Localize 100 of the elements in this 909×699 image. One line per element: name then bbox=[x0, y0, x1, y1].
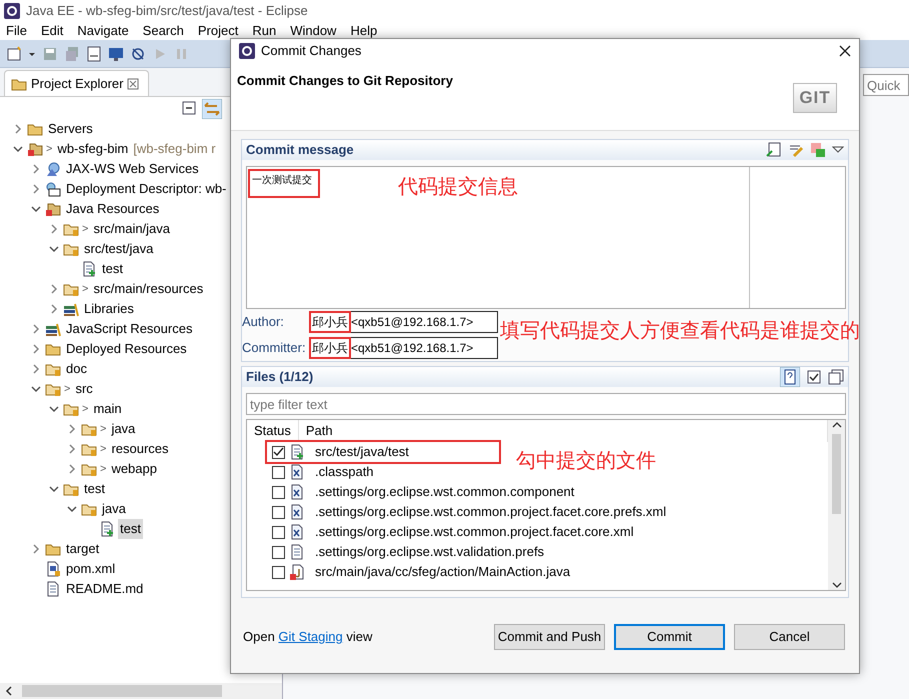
dialog-heading: Commit Changes to Git Repository bbox=[237, 72, 453, 90]
checkbox[interactable] bbox=[272, 486, 285, 498]
file-path: .settings/org.eclipse.wst.validation.prefs bbox=[315, 543, 544, 562]
tree-item[interactable]: README.md bbox=[64, 579, 146, 599]
tree-item[interactable]: Deployed Resources bbox=[64, 339, 189, 359]
text-file-icon bbox=[45, 581, 61, 597]
new-file-icon[interactable] bbox=[6, 46, 22, 62]
scroll-down-icon[interactable] bbox=[832, 580, 842, 590]
file-path: src/main/java/cc/sfeg/action/MainAction.java bbox=[315, 563, 570, 582]
git-logo: GIT bbox=[793, 83, 837, 113]
tree-item[interactable]: webapp bbox=[109, 459, 159, 479]
tree-item[interactable]: target bbox=[64, 539, 102, 559]
dialog-button[interactable]: Cancel bbox=[734, 624, 845, 650]
tree-item[interactable]: Libraries bbox=[82, 299, 136, 319]
project-folder-icon bbox=[45, 201, 61, 217]
scroll-left-icon[interactable] bbox=[4, 685, 14, 697]
git-staging-link[interactable]: Git Staging bbox=[278, 629, 343, 644]
tree-item[interactable]: JavaScript Resources bbox=[64, 319, 194, 339]
menu-item[interactable]: Search bbox=[142, 21, 184, 41]
xml-file-icon bbox=[289, 504, 305, 520]
checkbox[interactable] bbox=[272, 466, 285, 478]
xml-file-icon bbox=[289, 484, 305, 500]
eclipse-logo-icon bbox=[239, 43, 255, 59]
scrollbar-thumb[interactable] bbox=[832, 434, 841, 514]
menu-item[interactable]: Run bbox=[252, 21, 276, 41]
scrollbar-thumb[interactable] bbox=[22, 685, 222, 697]
tree-item[interactable]: src/main/resources bbox=[91, 279, 206, 299]
menu-item[interactable]: Navigate bbox=[77, 21, 129, 41]
explorer-tab[interactable]: Project Explorer bbox=[4, 70, 149, 96]
tree-item[interactable]: Deployment Descriptor: wb- bbox=[64, 179, 228, 199]
git-change-marker: > bbox=[82, 222, 88, 237]
monitor-icon[interactable] bbox=[108, 46, 124, 62]
xml-file-icon bbox=[289, 524, 305, 540]
tree-item[interactable]: doc bbox=[64, 359, 89, 379]
tree-item[interactable]: Java Resources bbox=[64, 199, 162, 219]
tab-title[interactable]: Project Explorer bbox=[31, 74, 124, 94]
tree-item[interactable]: JAX-WS Web Services bbox=[64, 159, 201, 179]
new-file-icon bbox=[99, 521, 115, 537]
annotation-text: 代码提交信息 bbox=[398, 173, 518, 200]
git-change-marker: > bbox=[100, 422, 106, 437]
tree-item[interactable]: test bbox=[100, 259, 125, 279]
file-path: .settings/org.eclipse.wst.common.component bbox=[315, 483, 574, 502]
scroll-up-icon[interactable] bbox=[832, 420, 842, 430]
eclipse-logo-icon bbox=[4, 3, 20, 19]
checkbox[interactable] bbox=[272, 506, 285, 518]
checkbox[interactable] bbox=[272, 566, 285, 578]
dialog-button[interactable]: Commit and Push bbox=[494, 624, 605, 650]
checkbox[interactable] bbox=[272, 446, 285, 458]
file-path: src/test/java/test bbox=[315, 443, 409, 462]
descriptor-icon bbox=[45, 181, 61, 197]
xml-file-icon bbox=[45, 561, 61, 577]
collapse-all-icon[interactable] bbox=[180, 99, 198, 117]
globe-icon bbox=[45, 161, 61, 177]
annotation-text: 勾中提交的文件 bbox=[516, 447, 656, 474]
tree-item[interactable]: src/test/java bbox=[82, 239, 156, 259]
git-change-marker: > bbox=[100, 462, 106, 477]
menu-item[interactable]: Edit bbox=[40, 21, 64, 41]
close-icon[interactable] bbox=[839, 45, 851, 57]
menu-item[interactable]: Project bbox=[198, 21, 238, 41]
books-icon bbox=[63, 301, 79, 317]
xml-file-icon bbox=[289, 464, 305, 480]
tree-item[interactable]: test bbox=[82, 479, 107, 499]
menu-item[interactable]: Window bbox=[290, 21, 336, 41]
committer-field[interactable]: 邱小兵 <qxb51@192.168.1.7> bbox=[310, 337, 498, 359]
tree-item[interactable]: src bbox=[73, 379, 95, 399]
repository-label: [wb-sfeg-bim r bbox=[133, 140, 216, 158]
annotation-text: 填写代码提交人方便查看代码是谁提交的 bbox=[500, 317, 861, 344]
menu-item[interactable]: File bbox=[6, 21, 27, 41]
quick-access-field[interactable]: Quick bbox=[863, 74, 909, 96]
tree-item[interactable]: test bbox=[118, 519, 143, 539]
field-label: Committer: bbox=[242, 339, 306, 358]
tree-item[interactable]: src/main/java bbox=[91, 219, 172, 239]
git-change-marker: > bbox=[82, 282, 88, 297]
file-path: .settings/org.eclipse.wst.common.project.facet.core.prefs.xml bbox=[315, 503, 666, 522]
tree-item[interactable]: java bbox=[109, 419, 138, 439]
checkbox[interactable] bbox=[272, 526, 285, 538]
books-icon bbox=[45, 321, 61, 337]
filter-field[interactable]: type filter text bbox=[246, 393, 846, 415]
tree-item[interactable]: main bbox=[91, 399, 124, 419]
tree-item[interactable]: resources bbox=[109, 439, 171, 459]
tree-item[interactable]: pom.xml bbox=[64, 559, 118, 579]
java-file-icon bbox=[289, 564, 305, 580]
tree-item[interactable]: java bbox=[100, 499, 128, 519]
tree-item[interactable]: Servers bbox=[46, 119, 95, 139]
checkbox[interactable] bbox=[272, 546, 285, 558]
git-change-marker: > bbox=[82, 402, 88, 417]
tree-item[interactable]: wb-sfeg-bim bbox=[55, 139, 130, 159]
check-all-icon[interactable] bbox=[806, 369, 822, 385]
help-icon[interactable] bbox=[780, 367, 800, 387]
column-header[interactable]: Status bbox=[247, 420, 299, 442]
uncheck-all-icon[interactable] bbox=[828, 369, 844, 385]
field-label: Author: bbox=[242, 313, 285, 332]
git-change-marker: > bbox=[100, 442, 106, 457]
no-link-icon[interactable] bbox=[130, 46, 146, 62]
git-change-marker: > bbox=[46, 142, 52, 157]
section-title: Files (1/12) bbox=[246, 368, 314, 386]
author-field[interactable]: 邱小兵 <qxb51@192.168.1.7> bbox=[310, 311, 498, 333]
new-file-icon bbox=[81, 261, 97, 277]
dialog-button[interactable]: Commit bbox=[614, 624, 725, 650]
menu-item[interactable]: Help bbox=[350, 21, 378, 41]
